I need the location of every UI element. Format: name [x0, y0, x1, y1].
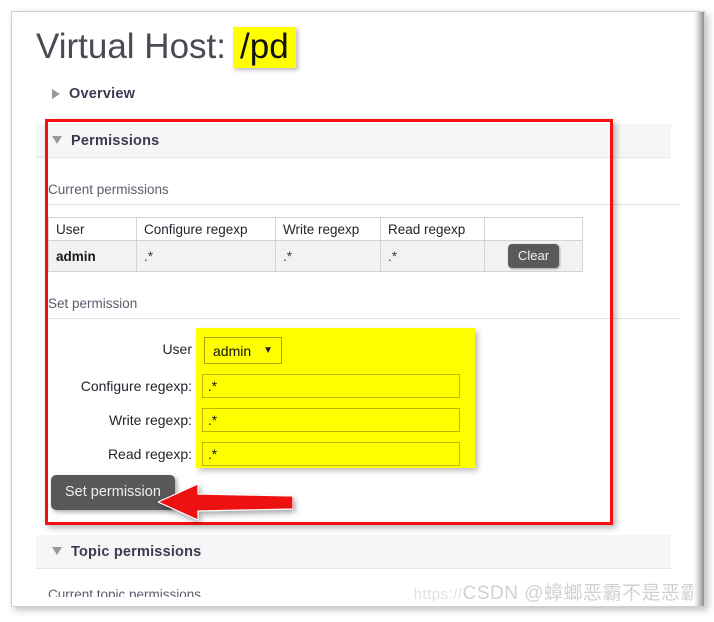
csdn-watermark: https://CSDN @蟑螂恶霸不是恶霸	[414, 578, 700, 605]
cell-configure: .*	[136, 240, 276, 272]
watermark-url: https://	[413, 586, 463, 603]
cell-user: admin	[48, 240, 137, 272]
section-permissions-label: Permissions	[71, 132, 160, 149]
permissions-table: User Configure regexp Write regexp Read …	[48, 217, 583, 272]
column-header-write: Write regexp	[275, 217, 381, 241]
current-topic-permissions-label: Current topic permissions	[48, 587, 202, 597]
browser-page-frame: Virtual Host: /pd Overview Permissions C…	[11, 11, 705, 607]
page-title-prefix: Virtual Host:	[36, 27, 226, 66]
cell-write: .*	[275, 240, 381, 272]
section-topic-permissions-header[interactable]: Topic permissions	[36, 535, 671, 569]
section-overview-label: Overview	[69, 86, 136, 102]
configure-regexp-label: Configure regexp:	[80, 378, 192, 394]
page-title: Virtual Host: /pd	[36, 24, 296, 70]
user-select-dropdown[interactable]: admin ▼	[204, 337, 283, 364]
column-header-action	[484, 217, 583, 241]
section-permissions-header[interactable]: Permissions	[36, 124, 671, 158]
watermark-text: CSDN @蟑螂恶霸不是恶霸	[462, 583, 700, 604]
vhost-name-highlight: /pd	[233, 26, 296, 68]
read-regexp-label: Read regexp:	[107, 446, 192, 462]
section-topic-permissions-label: Topic permissions	[71, 543, 202, 560]
clear-permission-button[interactable]: Clear	[507, 244, 560, 268]
column-header-read: Read regexp	[380, 217, 485, 241]
column-header-configure: Configure regexp	[136, 217, 276, 241]
write-regexp-input[interactable]	[202, 408, 460, 432]
user-field-label: User	[162, 341, 192, 357]
chevron-down-icon: ▼	[263, 344, 274, 356]
cell-read: .*	[380, 240, 485, 272]
set-permission-label: Set permission	[48, 296, 138, 311]
triangle-right-icon	[52, 89, 60, 99]
column-header-user: User	[48, 217, 137, 241]
section-overview[interactable]: Overview	[52, 83, 135, 105]
user-select-value: admin	[213, 342, 252, 359]
divider-set-permission	[48, 318, 680, 319]
triangle-down-icon	[52, 136, 62, 144]
table-header-row: User Configure regexp Write regexp Read …	[48, 217, 583, 241]
page-scrollbar[interactable]	[693, 12, 704, 606]
configure-regexp-input[interactable]	[202, 374, 460, 398]
triangle-down-icon	[52, 547, 62, 555]
cell-action: Clear	[484, 240, 583, 272]
divider-current-permissions	[48, 204, 680, 205]
write-regexp-label: Write regexp:	[109, 412, 192, 428]
table-row: admin .* .* .* Clear	[48, 240, 583, 272]
set-permission-submit-button[interactable]: Set permission	[51, 475, 175, 510]
read-regexp-input[interactable]	[202, 442, 460, 466]
current-permissions-label: Current permissions	[48, 182, 169, 197]
page-content: Virtual Host: /pd Overview Permissions C…	[12, 12, 695, 606]
